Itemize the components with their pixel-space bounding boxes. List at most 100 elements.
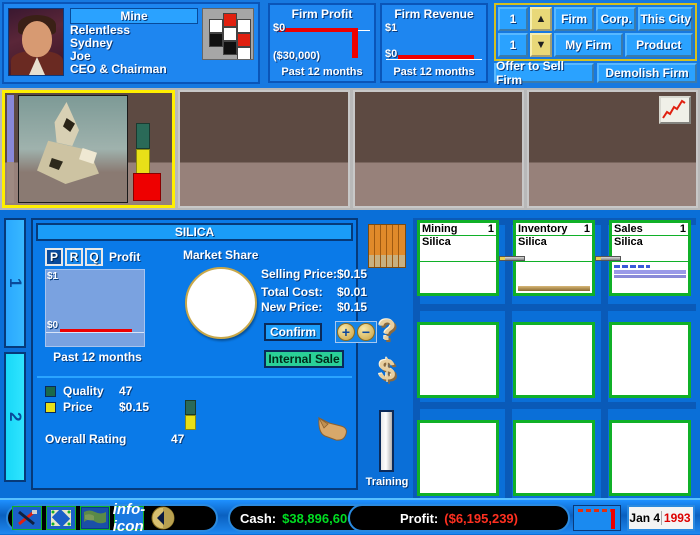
view-scope-controls: 1 ▲ Firm Corp. This City 1 ▼ My Firm Pro… xyxy=(494,3,697,61)
scope-button-firm[interactable]: Firm xyxy=(554,7,595,31)
overall-rating-value: 47 xyxy=(171,432,185,446)
offer-to-sell-firm-button[interactable]: Offer to Sell Firm xyxy=(494,59,594,87)
firm-profit-top-tick: $0 xyxy=(273,22,286,34)
rating-mini-meter xyxy=(185,400,196,430)
demolish-firm-button[interactable]: Demolish Firm xyxy=(597,63,697,83)
sales-count: 1 xyxy=(679,223,686,235)
product-slot-3[interactable] xyxy=(352,90,524,208)
conveyor-inventory-to-sales xyxy=(595,256,621,261)
scope-row-2: 1 ▼ My Firm Product xyxy=(498,33,693,57)
sales-title-row: Sales 1 xyxy=(612,223,688,236)
factory-empty-slot-4[interactable] xyxy=(417,420,499,496)
chevron-down-icon[interactable]: ▼ xyxy=(530,33,552,57)
vertical-tab-1[interactable]: 1 xyxy=(4,218,26,348)
total-cost-label: Total Cost: xyxy=(261,285,323,299)
product-detail-window: SILICA P R Q Profit $1 $0 Past 12 months… xyxy=(31,218,377,490)
scope-number-2[interactable]: 1 xyxy=(498,33,528,57)
date-display: Jan 4 1993 xyxy=(627,505,695,531)
firm-name-bar[interactable]: Mine xyxy=(70,8,198,24)
scope-button-product[interactable]: Product xyxy=(624,33,693,57)
map-grid-glyph xyxy=(51,509,71,527)
firm-revenue-graph: $1 $0 xyxy=(384,22,484,66)
company-logo xyxy=(202,8,254,60)
firm-revenue-panel[interactable]: Firm Revenue $1 $0 Past 12 months xyxy=(380,3,488,83)
scope-button-my-firm[interactable]: My Firm xyxy=(554,33,623,57)
product-slot-1[interactable] xyxy=(2,90,176,208)
training-label: Training xyxy=(365,476,409,488)
scope-button-this-city[interactable]: This City xyxy=(638,7,694,31)
line-chart-icon[interactable] xyxy=(659,96,691,124)
crate-icon[interactable] xyxy=(368,224,406,268)
conveyor-mining-to-inventory xyxy=(499,256,525,261)
chevron-up-icon[interactable]: ▲ xyxy=(530,7,552,31)
line-chart-glyph xyxy=(662,99,686,119)
product-slot-2[interactable] xyxy=(178,90,350,208)
factory-empty-slot-2[interactable] xyxy=(513,322,595,398)
sales-title: Sales xyxy=(614,223,643,235)
firm-profit-panel[interactable]: Firm Profit $0 ($30,000) Past 12 months xyxy=(268,3,376,83)
world-map-icon[interactable] xyxy=(80,506,110,530)
market-share-label: Market Share xyxy=(183,248,259,262)
info-icon[interactable]: info-icon xyxy=(113,501,145,535)
slot-rating-bars xyxy=(133,123,161,201)
dollar-sign-icon[interactable]: $ xyxy=(362,354,412,388)
profit-chart-label: Profit xyxy=(109,250,141,264)
profit-chart-zero-tick: $0 xyxy=(47,320,59,331)
new-price-row: New Price: $0.15 xyxy=(261,300,367,314)
factory-empty-slot-5[interactable] xyxy=(513,420,595,496)
clock-glyph xyxy=(151,506,175,530)
pointing-hand-glyph xyxy=(317,416,347,441)
prq-toggle-group: P R Q Profit xyxy=(45,248,140,266)
firm-revenue-zero-tick: $0 xyxy=(385,48,398,60)
internal-sale-button[interactable]: Internal Sale xyxy=(264,350,344,368)
sales-product: Silica xyxy=(614,236,643,248)
price-rating-value: $0.15 xyxy=(119,400,150,414)
mining-title: Mining xyxy=(422,223,458,235)
firm-revenue-footer: Past 12 months xyxy=(393,66,475,78)
mineral-image-silica xyxy=(18,95,128,203)
prq-button-p[interactable]: P xyxy=(45,248,63,266)
factory-unit-inventory[interactable]: Inventory 1 Silica xyxy=(513,220,595,296)
clock-icon[interactable] xyxy=(148,506,178,530)
factory-empty-slot-6[interactable] xyxy=(609,420,691,496)
confirm-button[interactable]: Confirm xyxy=(264,323,322,341)
scope-number-1[interactable]: 1 xyxy=(498,7,528,31)
status-bar: info-icon Cash: $38,896,600 Profit: ($6,… xyxy=(0,498,700,535)
tools-icon[interactable] xyxy=(12,506,42,530)
quality-label: Quality xyxy=(63,384,104,398)
profit-label: Profit: xyxy=(399,510,439,526)
product-title: SILICA xyxy=(36,223,353,241)
main-area: 1 2 SILICA P R Q Profit $1 $0 Past 12 mo… xyxy=(0,210,700,498)
inventory-fill-bar xyxy=(518,286,590,291)
factory-empty-slot-1[interactable] xyxy=(417,322,499,398)
pointing-hand-icon xyxy=(315,412,349,444)
price-swatch xyxy=(45,402,56,413)
prq-button-r[interactable]: R xyxy=(65,248,83,266)
firm-actions-row: Offer to Sell Firm Demolish Firm xyxy=(494,59,697,87)
total-cost-row: Total Cost: $0.01 xyxy=(261,285,367,299)
question-mark-icon[interactable]: ? xyxy=(362,314,412,348)
product-slot-4[interactable] xyxy=(526,90,698,208)
price-increase-button[interactable]: + xyxy=(337,323,355,341)
map-grid-icon[interactable] xyxy=(46,506,76,530)
company-text-block: Mine Relentless Sydney Joe CEO & Chairma… xyxy=(70,8,198,76)
quality-swatch xyxy=(45,386,56,397)
mining-product: Silica xyxy=(422,236,451,248)
scope-button-corp[interactable]: Corp. xyxy=(596,7,637,31)
new-price-label: New Price: xyxy=(261,300,323,314)
game-speed-control[interactable] xyxy=(573,505,621,531)
factory-unit-sales[interactable]: Sales 1 Silica xyxy=(609,220,691,296)
quality-value: 47 xyxy=(119,384,133,398)
training-meter[interactable] xyxy=(379,410,394,472)
firm-profit-footer: Past 12 months xyxy=(281,66,363,78)
sales-bar-2 xyxy=(614,275,686,278)
mining-count: 1 xyxy=(487,223,494,235)
world-map-glyph xyxy=(82,508,108,528)
inventory-title: Inventory xyxy=(518,223,568,235)
cash-value: $38,896,600 xyxy=(282,510,355,526)
prq-button-q[interactable]: Q xyxy=(85,248,103,266)
factory-empty-slot-3[interactable] xyxy=(609,322,691,398)
vertical-tab-2[interactable]: 2 xyxy=(4,352,26,482)
factory-unit-mining[interactable]: Mining 1 Silica xyxy=(417,220,499,296)
selling-price-row: Selling Price: $0.15 xyxy=(261,267,367,281)
